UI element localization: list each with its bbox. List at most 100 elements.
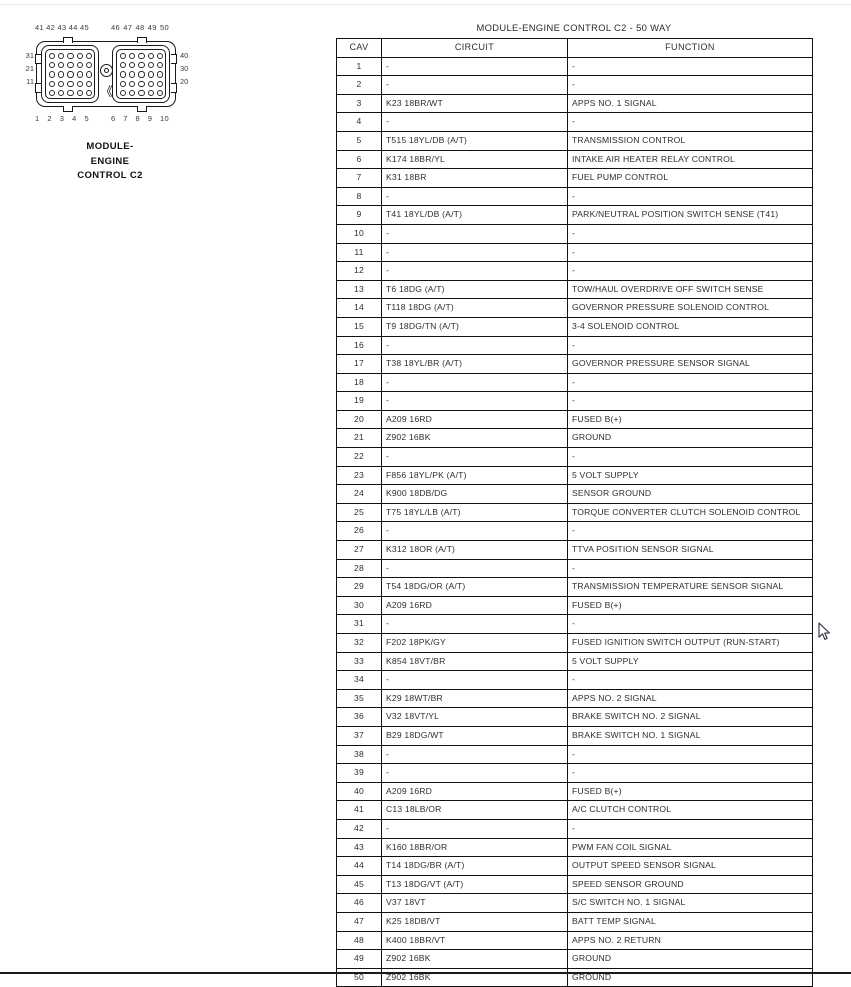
pin-hole — [76, 80, 83, 87]
cell-function: - — [567, 223, 813, 244]
cell-circuit: T14 18DG/BR (A/T) — [381, 856, 568, 876]
table-row: 28- - — [336, 558, 813, 579]
cell-function: - — [567, 447, 813, 467]
pin-label: 43 — [57, 23, 67, 32]
pin-hole — [58, 62, 65, 69]
table-row: 43 K160 18BR/OR PWM FAN COIL SIGNAL — [336, 837, 813, 858]
cell-function: - — [567, 391, 813, 411]
table-row: 20 A209 16RD FUSED B(+) — [336, 409, 813, 430]
cell-cav: 29 — [336, 577, 382, 597]
latch-tab-bottom-left — [63, 106, 73, 112]
table-row: 47 K25 18DB/VT BATT TEMP SIGNAL — [336, 911, 813, 932]
cell-cav: 9 — [336, 205, 382, 225]
table-row: 2-- — [336, 75, 813, 95]
pin-label: 44 — [68, 23, 78, 32]
pin-label: 9 — [147, 114, 153, 123]
cell-cav: 33 — [336, 651, 382, 672]
cell-circuit: T118 18DG (A/T) — [381, 298, 568, 318]
pin-hole — [76, 62, 83, 69]
cell-circuit: - — [381, 670, 568, 690]
cell-cav: 23 — [336, 465, 382, 486]
cell-function: - — [567, 614, 813, 634]
connector-caption-line: ENGINE — [90, 155, 130, 167]
table-row: 30 A209 16RD FUSED B(+) — [336, 595, 813, 616]
pin-hole — [67, 80, 74, 87]
pin-hole — [138, 53, 145, 60]
cell-cav: 43 — [336, 837, 382, 858]
cell-function: - — [567, 186, 813, 207]
cell-function: APPS NO. 2 RETURN — [567, 930, 813, 951]
cell-cav: 5 — [336, 130, 382, 151]
cell-function: 5 VOLT SUPPLY — [567, 465, 813, 486]
pin-label: 4 — [72, 114, 77, 123]
cell-circuit: T38 18YL/BR (A/T) — [381, 354, 568, 374]
pin-label: 45 — [80, 23, 89, 32]
pin-hole — [86, 89, 93, 96]
column-header-cav: CAV — [336, 38, 382, 58]
pin-hole — [58, 80, 65, 87]
table-row: 25 T75 18YL/LB (A/T) TORQUE CONVERTER CLUT… — [336, 502, 813, 523]
cell-circuit: K312 18OR (A/T) — [381, 540, 568, 560]
pin-hole — [67, 62, 74, 69]
cell-function: OUTPUT SPEED SENSOR SIGNAL — [567, 856, 813, 876]
cell-function: FUSED B(+) — [567, 595, 813, 616]
pin-hole — [67, 71, 74, 78]
pin-hole — [147, 71, 154, 78]
pin-hole — [67, 89, 74, 96]
pin-hole — [48, 71, 55, 78]
connector-caption: MODULE- ENGINE CONTROL C2 — [10, 140, 210, 184]
cell-cav: 8 — [336, 186, 382, 207]
table-row: 41 C13 18LB/OR A/C CLUTCH CONTROL — [336, 800, 813, 820]
cell-function: - — [567, 56, 813, 77]
pin-hole — [157, 71, 164, 78]
cell-function: SENSOR GROUND — [567, 484, 813, 504]
table-row: 14 T118 18DG (A/T) GOVERNOR PRESSURE SOLEN… — [336, 298, 813, 318]
pin-hole — [129, 53, 136, 60]
table-row: 6 K174 18BR/YL INTAKE AIR HEATER RELAY CON… — [336, 149, 813, 170]
cell-cav: 10 — [336, 223, 382, 244]
cell-cav: 18 — [336, 372, 382, 393]
cell-cav: 13 — [336, 279, 382, 300]
table-row: 38- - — [336, 744, 813, 765]
cell-cav: 39 — [336, 763, 382, 783]
pin-hole — [129, 71, 136, 78]
cell-function: SPEED SENSOR GROUND — [567, 874, 813, 895]
pin-hole — [147, 89, 154, 96]
table-row: 16- - — [336, 335, 813, 356]
pin-label: 50 — [160, 23, 169, 32]
cell-function: TTVA POSITION SENSOR SIGNAL — [567, 540, 813, 560]
cell-circuit: K174 18BR/YL — [381, 149, 568, 170]
table-row: 36 V32 18VT/YL BRAKE SWITCH NO. 2 SIGNAL — [336, 707, 813, 727]
cell-cav: 15 — [336, 316, 382, 337]
cell-cav: 3 — [336, 93, 382, 114]
pin-hole — [119, 62, 126, 69]
cell-cav: 21 — [336, 428, 382, 449]
cell-circuit: - — [381, 186, 568, 207]
cell-function: TRANSMISSION CONTROL — [567, 130, 813, 151]
cell-circuit: K854 18VT/BR — [381, 651, 568, 672]
cell-circuit: V32 18VT/YL — [381, 707, 568, 727]
table-row: 35 K29 18WT/BR APPS NO. 2 SIGNAL — [336, 688, 813, 709]
cell-function: - — [567, 112, 813, 132]
cell-function: - — [567, 818, 813, 839]
row-label: 30 — [180, 64, 189, 73]
cell-function: - — [567, 558, 813, 579]
cell-function: GROUND — [567, 967, 813, 987]
cell-circuit: Z902 16BK — [381, 949, 568, 969]
cell-function: APPS NO. 2 SIGNAL — [567, 688, 813, 709]
cell-cav: 6 — [336, 149, 382, 170]
cell-circuit: K900 18DB/DG — [381, 484, 568, 504]
cell-cav: 31 — [336, 614, 382, 634]
pin-hole — [76, 53, 83, 60]
table-row: 13 T6 18DG (A/T) TOW/HAUL OVERDRIVE OFF SW… — [336, 279, 813, 300]
cell-function: - — [567, 670, 813, 690]
pin-hole — [76, 71, 83, 78]
latch-tab-right-upper — [171, 54, 177, 64]
pin-hole — [157, 53, 164, 60]
table-row: 17 T38 18YL/BR (A/T) GOVERNOR PRESSURE SEN… — [336, 354, 813, 374]
table-row: 3 K23 18BR/WT APPS NO. 1 SIGNAL — [336, 93, 813, 114]
table-row: 12- - — [336, 261, 813, 281]
row-label: 21 — [25, 64, 34, 73]
cell-cav: 19 — [336, 391, 382, 411]
cell-cav: 45 — [336, 874, 382, 895]
